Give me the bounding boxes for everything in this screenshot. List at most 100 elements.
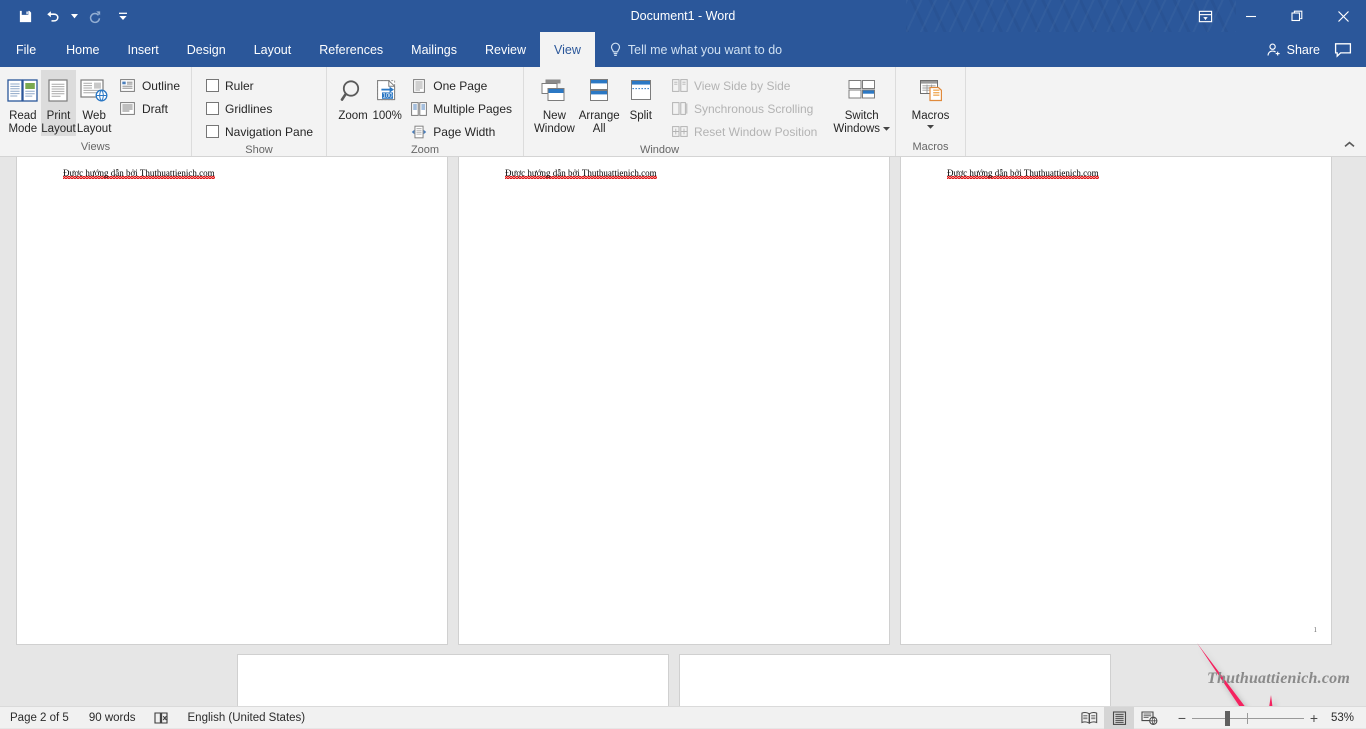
reset-window-position-button[interactable]: Reset Window Position <box>668 120 823 143</box>
web-layout-view-button[interactable] <box>1134 707 1164 729</box>
print-layout-label-1: Print <box>47 110 71 123</box>
reset-window-position-label: Reset Window Position <box>694 125 817 139</box>
draft-label: Draft <box>142 102 168 116</box>
svg-text:100: 100 <box>383 93 394 99</box>
page-row-bottom <box>237 654 1111 706</box>
page-number: 1 <box>1314 626 1318 634</box>
undo-dropdown-icon[interactable] <box>68 4 80 28</box>
web-layout-label-1: Web <box>82 110 105 123</box>
zoom-slider-thumb[interactable] <box>1225 711 1230 726</box>
navigation-pane-checkbox-row[interactable]: Navigation Pane <box>202 120 319 143</box>
split-label: Split <box>630 110 652 123</box>
document-page[interactable]: Được hướng dẫn bởi Thuthuattienich.com 1 <box>900 157 1332 645</box>
zoom-slider[interactable] <box>1192 707 1304 729</box>
ribbon-group-macros: Macros Macros <box>896 67 966 156</box>
document-canvas[interactable]: Được hướng dẫn bởi Thuthuattienich.com Đ… <box>0 157 1366 706</box>
page-indicator[interactable]: Page 2 of 5 <box>0 707 79 729</box>
synchronous-scrolling-button[interactable]: Synchronous Scrolling <box>668 97 823 120</box>
gridlines-checkbox-row[interactable]: Gridlines <box>202 97 319 120</box>
tab-insert[interactable]: Insert <box>114 32 173 67</box>
share-button[interactable]: Share <box>1256 32 1330 67</box>
document-page[interactable]: Được hướng dẫn bởi Thuthuattienich.com <box>16 157 448 645</box>
group-label-views: Views <box>0 140 191 156</box>
document-page[interactable] <box>679 654 1111 706</box>
macros-label: Macros <box>912 110 950 123</box>
tab-review[interactable]: Review <box>471 32 540 67</box>
read-mode-icon <box>7 74 39 108</box>
page-body-text: Được hướng dẫn bởi Thuthuattienich.com <box>505 168 657 178</box>
title-bar: Document1 - Word <box>0 0 1366 32</box>
page-width-button[interactable]: Page Width <box>407 120 518 143</box>
synchronous-scrolling-icon <box>672 101 688 117</box>
tell-me-box[interactable]: Tell me what you want to do <box>595 32 794 67</box>
document-page[interactable]: Được hướng dẫn bởi Thuthuattienich.com <box>458 157 890 645</box>
zoom-slider-rail <box>1192 718 1304 719</box>
new-window-icon <box>538 74 570 108</box>
print-layout-button[interactable]: Print Layout <box>41 70 77 136</box>
zoom-out-button[interactable]: − <box>1172 711 1192 725</box>
multiple-pages-icon <box>411 101 427 117</box>
print-layout-view-button[interactable] <box>1104 707 1134 729</box>
word-count[interactable]: 90 words <box>79 707 146 729</box>
tab-design[interactable]: Design <box>173 32 240 67</box>
save-icon[interactable] <box>12 4 38 28</box>
zoom-percentage[interactable]: 53% <box>1324 712 1366 724</box>
status-bar-right: − + 53% <box>1074 707 1366 729</box>
restore-icon[interactable] <box>1274 0 1320 32</box>
navigation-pane-checkbox[interactable] <box>206 125 219 138</box>
minimize-icon[interactable] <box>1228 0 1274 32</box>
group-label-zoom: Zoom <box>327 143 523 157</box>
arrange-all-icon <box>584 74 614 108</box>
window-title: Document1 - Word <box>0 0 1366 32</box>
new-window-button[interactable]: New Window <box>532 70 577 136</box>
ruler-checkbox-row[interactable]: Ruler <box>202 74 319 97</box>
macros-chevron-down-icon[interactable] <box>927 125 934 129</box>
outline-button[interactable]: Outline <box>116 74 186 97</box>
zoom-label: Zoom <box>338 110 367 123</box>
switch-windows-button[interactable]: Switch Windows <box>833 70 890 136</box>
tab-layout[interactable]: Layout <box>240 32 306 67</box>
close-icon[interactable] <box>1320 0 1366 32</box>
customize-quick-access-toolbar-icon[interactable] <box>110 4 136 28</box>
outline-icon <box>120 78 136 94</box>
page-width-label: Page Width <box>433 125 495 139</box>
draft-button[interactable]: Draft <box>116 97 186 120</box>
arrange-all-label-2: All <box>593 123 606 136</box>
arrange-all-button[interactable]: Arrange All <box>577 70 622 136</box>
zoom-100-button[interactable]: 100 100% <box>370 70 404 136</box>
tab-mailings[interactable]: Mailings <box>397 32 471 67</box>
macros-icon <box>915 74 947 108</box>
redo-icon <box>82 4 108 28</box>
zoom-slider-midpoint <box>1247 713 1248 724</box>
collapse-ribbon-button[interactable] <box>1338 134 1360 154</box>
quick-access-toolbar <box>0 4 136 28</box>
gridlines-checkbox[interactable] <box>206 102 219 115</box>
group-label-show: Show <box>192 143 326 157</box>
zoom-100-label: 100% <box>373 110 402 123</box>
web-layout-button[interactable]: Web Layout <box>76 70 112 136</box>
tell-me-text: Tell me what you want to do <box>628 43 782 57</box>
tab-view[interactable]: View <box>540 32 595 67</box>
gridlines-label: Gridlines <box>225 102 272 116</box>
tab-home[interactable]: Home <box>52 32 113 67</box>
tab-file[interactable]: File <box>0 32 52 67</box>
undo-icon[interactable] <box>40 4 66 28</box>
view-side-by-side-button[interactable]: View Side by Side <box>668 74 823 97</box>
multiple-pages-button[interactable]: Multiple Pages <box>407 97 518 120</box>
split-button[interactable]: Split <box>622 70 660 136</box>
ruler-checkbox[interactable] <box>206 79 219 92</box>
proofing-errors-icon[interactable] <box>146 707 178 729</box>
one-page-button[interactable]: One Page <box>407 74 518 97</box>
ribbon-display-options-icon[interactable] <box>1182 0 1228 32</box>
zoom-button[interactable]: Zoom <box>336 70 370 136</box>
comments-icon[interactable] <box>1330 42 1366 58</box>
read-mode-button[interactable]: Read Mode <box>5 70 41 136</box>
document-page[interactable] <box>237 654 669 706</box>
macros-button[interactable]: Macros <box>902 70 960 136</box>
tab-references[interactable]: References <box>305 32 397 67</box>
read-mode-view-button[interactable] <box>1074 707 1104 729</box>
zoom-in-button[interactable]: + <box>1304 711 1324 725</box>
switch-windows-icon <box>845 74 879 108</box>
window-small-buttons: View Side by Side Synchronous Scrolling … <box>668 70 823 143</box>
language-indicator[interactable]: English (United States) <box>178 707 316 729</box>
